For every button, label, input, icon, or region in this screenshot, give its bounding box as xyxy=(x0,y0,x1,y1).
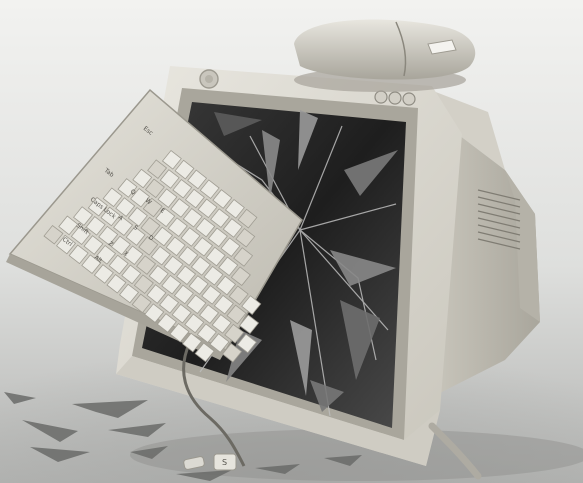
power-button-inner xyxy=(205,75,213,83)
control-button xyxy=(388,91,402,105)
fallen-keycap-label: S xyxy=(222,458,227,467)
broken-computer-scene: Esc Tab Caps Lock Shift Ctrl Alt Q W E A… xyxy=(0,0,583,483)
control-button xyxy=(402,92,416,106)
computer-mouse xyxy=(294,19,476,92)
control-button xyxy=(374,90,388,104)
